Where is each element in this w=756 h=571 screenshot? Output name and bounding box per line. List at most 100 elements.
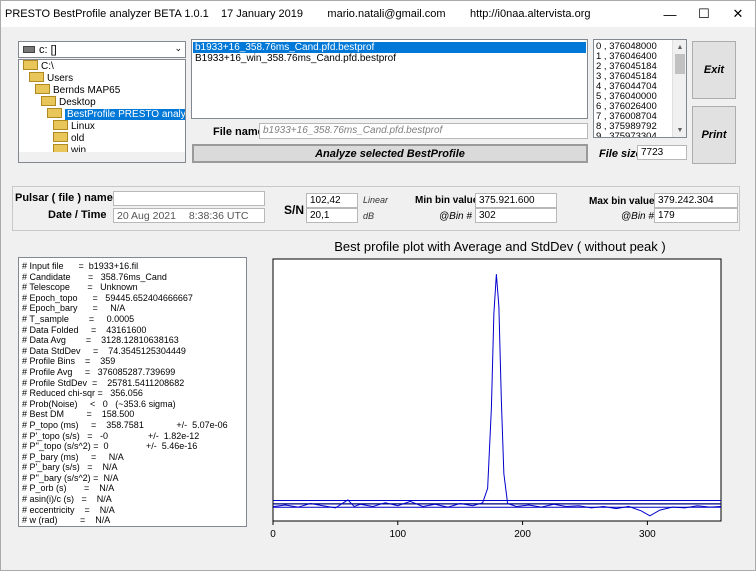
datetime-field: 20 Aug 2021 8:38:36 UTC [113,208,265,223]
title-bar: PRESTO BestProfile analyzer BETA 1.0.1 1… [1,1,755,27]
min-bin-index-field: 302 [475,208,557,223]
close-button[interactable]: ✕ [721,1,755,27]
folder-label: old [71,133,85,144]
min-bin-at-label: @Bin # [439,211,472,222]
max-bin-field: 379.242.304 [654,193,738,208]
plot-area [272,258,722,522]
bins-list[interactable]: 0 , 376048000 1 , 376046400 2 , 376045184 3… [593,39,687,138]
max-bin-index-field: 179 [654,208,738,223]
folder-item[interactable]: Linux [19,120,185,133]
file-size-field: 7723 [637,145,687,160]
info-line: # Profile Bins = 359 [22,356,116,367]
folder-label: Bernds MAP65 [53,85,121,96]
folder-label: BestProfile PRESTO analyzer 1.0.1.e [65,109,185,120]
pulsar-name-field [113,191,265,206]
tree-hscrollbar[interactable] [19,152,185,162]
datetime-label: Date / Time [48,209,107,221]
folder-icon [41,96,56,107]
folder-icon [29,72,44,83]
time-value: 8:38:36 UTC [188,210,249,222]
sn-db-unit: dB [363,211,375,221]
profile-plot: 0 100 200 300 [270,258,722,540]
folder-item[interactable]: Bernds MAP65 [19,84,185,97]
exit-button[interactable]: Exit [692,41,736,99]
info-line: # Prob(Noise) < 0 (~353.6 sigma) [22,398,176,409]
file-name-field[interactable]: b1933+16_358.76ms_Cand.pfd.bestprof [259,123,588,139]
app-window: PRESTO BestProfile analyzer BETA 1.0.1 1… [0,0,756,571]
info-line: # P''_bary (s/s^2) = N/A [22,472,119,483]
info-line: # P'_topo (s/s) = -0 +/- 1.82e-12 [22,430,200,441]
info-line: # eccentricity = N/A [22,504,115,515]
folder-item[interactable]: Desktop [19,96,185,109]
plot-title: Best profile plot with Average and StdDe… [334,239,666,254]
chevron-down-icon: ⌄ [174,43,182,53]
analyze-button[interactable]: Analyze selected BestProfile [192,144,588,163]
file-list-item[interactable]: B1933+16_win_358.76ms_Cand.pfd.bestprof [193,53,586,64]
pulsar-name-label: Pulsar ( file ) name [15,192,113,204]
sn-linear-field: 102,42 [306,193,358,208]
drive-select[interactable]: c: [] ⌄ [18,41,186,58]
folder-item[interactable]: old [19,132,185,145]
info-line: # Epoch_topo = 59445.652404666667 [22,292,193,303]
scroll-thumb[interactable] [675,54,685,74]
profile-info-text: # Input file = b1933+16.fil # Candidate =… [18,257,247,527]
folder-item[interactable]: BestProfile PRESTO analyzer 1.0.1.e [19,108,185,121]
file-list[interactable]: b1933+16_358.76ms_Cand.pfd.bestprof B1933… [191,39,588,119]
min-bin-field: 375.921.600 [475,193,557,208]
x-tick-label: 100 [389,529,406,540]
window-title: PRESTO BestProfile analyzer BETA 1.0.1 1… [5,8,591,20]
info-line: # Candidate = 358.76ms_Cand [22,271,167,282]
sn-label: S/N [284,203,305,217]
drive-icon [23,46,35,53]
min-bin-label: Min bin value [415,195,479,206]
folder-label: Users [47,73,74,84]
info-line: # Input file = b1933+16.fil [22,261,139,271]
info-line: # w (rad) = N/A [22,515,111,526]
file-size-label: File size [599,148,642,160]
x-tick-label: 0 [270,529,276,540]
info-line: # T_sample = 0.0005 [22,313,135,324]
date-value: 20 Aug 2021 [117,210,176,222]
info-line: # Data Avg = 3128.12810638163 [22,335,179,346]
info-line: # Best DM = 158.500 [22,409,135,420]
info-line: # Data StdDev = 74.3545125304449 [22,345,186,356]
folder-label: Linux [71,121,95,132]
info-line: # Epoch_bary = N/A [22,303,126,314]
max-bin-label: Max bin value [589,196,655,207]
x-tick-label: 300 [639,529,656,540]
info-line: # Data Folded = 43161600 [22,324,147,335]
maximize-button[interactable]: ☐ [687,1,721,27]
info-line: # Telescope = Unknown [22,282,138,293]
info-line: # P_orb (s) = N/A [22,483,115,494]
folder-icon [47,108,62,119]
info-line: # T_peri = N/A [22,526,246,527]
info-line: # P''_topo (s/s^2) = 0 +/- 5.46e-16 [22,441,198,452]
scroll-up-icon[interactable]: ▲ [673,40,686,54]
folder-icon [23,60,38,71]
sn-db-field: 20,1 [306,208,358,223]
drive-value: c: [] [39,43,57,56]
bins-scrollbar[interactable]: ▲ ▼ [672,40,686,137]
file-list-item[interactable]: b1933+16_358.76ms_Cand.pfd.bestprof [193,42,586,53]
minimize-button[interactable]: — [653,1,687,27]
sn-linear-unit: Linear [363,195,389,205]
folder-label: C:\ [41,61,54,72]
info-line: # asin(i)/c (s) = N/A [22,494,112,505]
folder-item[interactable]: C:\ [19,60,185,73]
folder-icon [53,120,68,131]
info-line: # P_bary (ms) = N/A [22,451,124,462]
info-line: # Reduced chi-sqr = 356.056 [22,388,143,399]
print-button[interactable]: Print [692,106,736,164]
folder-icon [35,84,50,95]
folder-item[interactable]: Users [19,72,185,85]
info-line: # P_topo (ms) = 358.7581 +/- 5.07e-06 [22,419,228,430]
folder-tree[interactable]: C:\ Users Bernds MAP65 Desktop BestProfile P… [18,59,186,163]
max-bin-at-label: @Bin # [621,211,654,222]
folder-label: Desktop [59,97,96,108]
x-tick-label: 200 [514,529,531,540]
folder-icon [53,132,68,143]
info-line: # Profile StdDev = 25781.5411208682 [22,377,185,388]
info-line: # P'_bary (s/s) = N/A [22,462,118,473]
scroll-down-icon[interactable]: ▼ [673,123,686,137]
file-name-label: File name [213,126,264,138]
